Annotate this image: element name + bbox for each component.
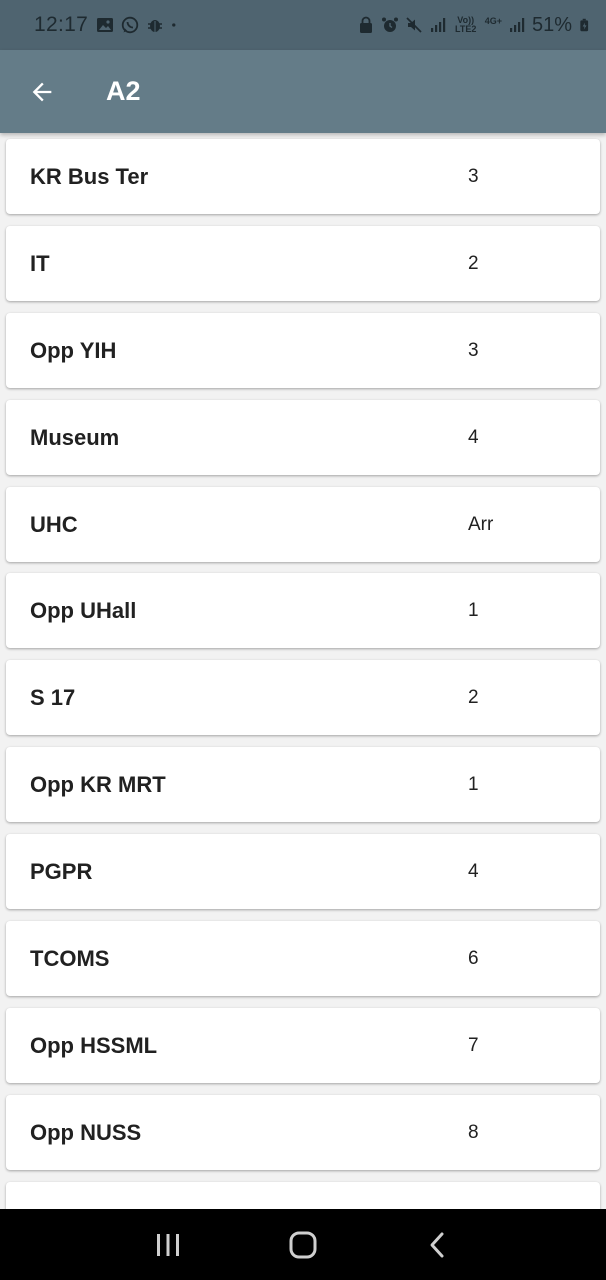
list-item[interactable]: Museum 4 — [6, 400, 600, 475]
stop-list[interactable]: KR Bus Ter 3 IT 2 Opp YIH 3 Museum 4 UHC… — [0, 133, 606, 1209]
back-button[interactable] — [0, 50, 84, 133]
list-item[interactable] — [6, 1182, 600, 1209]
stop-eta: 6 — [468, 947, 479, 969]
system-nav-bar — [0, 1209, 606, 1280]
page-title: A2 — [106, 76, 141, 106]
back-icon — [430, 1232, 444, 1257]
nav-back-button[interactable] — [408, 1215, 468, 1275]
stop-name: Opp YIH — [30, 337, 117, 363]
stop-eta: 7 — [468, 1034, 479, 1056]
arrow-left-icon — [32, 82, 52, 101]
4g-icon: 4G+ — [484, 16, 502, 26]
stop-name: PGPR — [30, 858, 93, 884]
whatsapp-icon — [121, 16, 139, 34]
stop-name: Opp NUSS — [30, 1119, 142, 1145]
battery-percent: 51% — [531, 13, 572, 36]
list-item[interactable]: TCOMS 6 — [6, 921, 600, 996]
stop-name: Museum — [30, 424, 120, 450]
stop-name: Opp KR MRT — [30, 771, 166, 797]
stop-name: S 17 — [30, 684, 76, 710]
recents-button[interactable] — [138, 1215, 198, 1275]
stop-eta: 3 — [468, 339, 479, 361]
stop-name: Opp HSSML — [30, 1032, 158, 1058]
stop-name: IT — [30, 250, 50, 276]
stop-name: TCOMS — [30, 945, 110, 971]
stop-name: Opp UHall — [30, 597, 137, 623]
battery-icon — [580, 18, 589, 32]
home-icon — [289, 1231, 317, 1258]
list-item[interactable]: Opp NUSS 8 — [6, 1095, 600, 1170]
bug-icon — [148, 20, 163, 32]
stop-name: UHC — [30, 511, 78, 537]
stop-name: KR Bus Ter — [30, 163, 149, 189]
list-item[interactable]: Opp KR MRT 1 — [6, 747, 600, 822]
signal-icon — [509, 18, 525, 32]
list-item[interactable]: Opp UHall 1 — [6, 573, 600, 648]
stop-eta: 8 — [468, 1121, 479, 1143]
stop-eta: 4 — [468, 860, 479, 882]
status-system-icons: Vo)) LTE2 4G+ 51% — [357, 14, 592, 37]
volte-icon: Vo)) LTE2 — [455, 15, 477, 34]
list-item[interactable]: UHC Arr — [6, 487, 600, 562]
status-notification-icons — [96, 16, 181, 34]
dot-icon — [172, 23, 176, 27]
list-item[interactable]: Opp HSSML 7 — [6, 1008, 600, 1083]
list-item[interactable]: S 17 2 — [6, 660, 600, 735]
stop-eta: 4 — [468, 426, 479, 448]
signal-icon — [430, 18, 445, 32]
stop-eta: 2 — [468, 252, 479, 274]
app-bar: A2 — [0, 50, 606, 133]
list-item[interactable]: IT 2 — [6, 226, 600, 301]
list-item[interactable]: KR Bus Ter 3 — [6, 139, 600, 214]
mute-icon — [406, 17, 422, 33]
stop-eta: 1 — [468, 773, 479, 795]
stop-eta: Arr — [468, 513, 494, 535]
gallery-icon — [97, 18, 114, 32]
list-item[interactable]: PGPR 4 — [6, 834, 600, 909]
stop-eta: 3 — [468, 165, 479, 187]
alarm-icon — [381, 17, 398, 32]
lock-icon — [359, 16, 372, 33]
home-button[interactable] — [273, 1215, 333, 1275]
status-bar: 12:17 Vo)) LTE2 4G+ 51% — [0, 0, 606, 50]
stop-eta: 1 — [468, 599, 479, 621]
list-item[interactable]: Opp YIH 3 — [6, 313, 600, 388]
recents-icon — [156, 1233, 179, 1256]
status-time: 12:17 — [34, 13, 89, 36]
stop-eta: 2 — [468, 686, 479, 708]
